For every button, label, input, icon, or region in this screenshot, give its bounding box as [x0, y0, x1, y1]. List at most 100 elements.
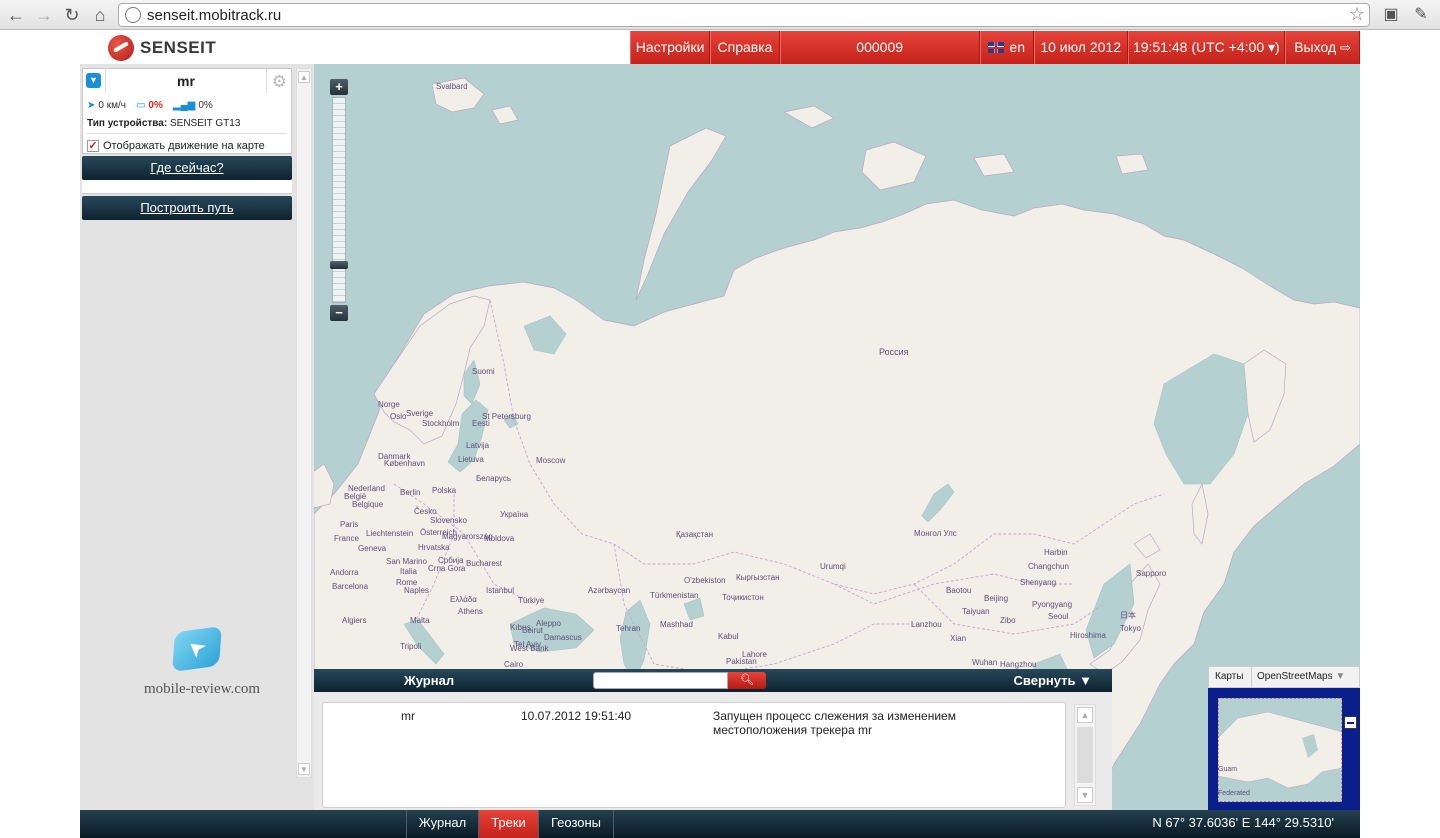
minimap-label-federated: Federated [1218, 790, 1250, 797]
map-label: Қазақстан [676, 530, 714, 539]
show-movement-option[interactable]: ✓ Отображать движение на карте [87, 140, 265, 152]
map-label: Naples [404, 586, 429, 595]
journal-title: Журнал [404, 673, 455, 688]
scroll-up-icon[interactable]: ▲ [1077, 707, 1093, 723]
map-label: Wuhan [972, 658, 998, 667]
map-label: West Bank [510, 644, 549, 653]
header-menu: Настройки Справка 000009 en 10 июл 2012 … [630, 31, 1360, 64]
home-icon[interactable]: ⌂ [88, 3, 112, 27]
logo-text: SENSEIT [140, 38, 217, 57]
map-label: Hiroshima [1070, 631, 1107, 640]
expand-toggle-icon[interactable]: ▼ [86, 73, 101, 88]
zoom-control[interactable]: + − [330, 79, 348, 322]
show-movement-label: Отображать движение на карте [103, 140, 265, 152]
language-selector[interactable]: en [979, 31, 1034, 64]
signal-stat: ▂▄▆ 0% [173, 100, 213, 111]
map-label: Türkiye [518, 596, 545, 605]
map-label: Україна [500, 510, 529, 519]
current-date: 10 июл 2012 [1033, 31, 1128, 64]
map-label: 日本 [1120, 611, 1136, 620]
map-label: Zibo [1000, 616, 1016, 625]
extension-icon[interactable]: ▣ [1380, 4, 1402, 26]
logout-button[interactable]: Выход ⇨ [1285, 31, 1360, 64]
sidebar-scrollbar[interactable]: ▲ ▼ [296, 68, 312, 778]
map-label: Paris [340, 520, 359, 529]
map-label: Barcelona [332, 582, 369, 591]
where-now-button[interactable]: Где сейчас? [82, 156, 292, 180]
build-route-button[interactable]: Построить путь [82, 196, 292, 220]
zoom-slider-handle[interactable] [330, 261, 348, 269]
minimap-collapse-button[interactable] [1344, 716, 1357, 729]
map-source-label: OpenStreetMaps [1257, 671, 1333, 682]
globe-icon [125, 7, 141, 23]
wrench-icon[interactable]: ✎ [1410, 4, 1432, 26]
map-label: Česko [414, 507, 437, 516]
tab-geozones[interactable]: Геозоны [538, 810, 614, 838]
search-icon[interactable]: 🔍︎ [728, 672, 766, 689]
language-label: en [1009, 39, 1025, 55]
device-type-value: SENSEIT GT13 [169, 118, 241, 129]
minimap-view[interactable]: Guam Federated [1218, 698, 1342, 802]
map-label: Тоҷикистон [722, 593, 764, 602]
tab-journal[interactable]: Журнал [406, 810, 478, 838]
gear-icon[interactable]: ⚙ [272, 72, 287, 92]
map-label: Moscow [536, 456, 566, 465]
signal-value: 0% [198, 100, 213, 111]
map-source-dropdown[interactable]: OpenStreetMaps ▼ [1251, 667, 1345, 687]
map-label: Italia [400, 567, 417, 576]
zoom-out-button[interactable]: − [330, 305, 348, 321]
map-label: Lietuva [458, 455, 484, 464]
map-label: Ελλάδα [450, 595, 477, 604]
overview-minimap[interactable]: Guam Federated [1208, 688, 1360, 810]
zoom-in-button[interactable]: + [330, 79, 348, 95]
scroll-thumb[interactable] [1077, 727, 1093, 783]
collapse-journal-button[interactable]: Свернуть ▼ [1014, 669, 1092, 692]
page-margin-left [0, 31, 80, 838]
journal-scrollbar[interactable]: ▲ ▼ [1074, 704, 1096, 806]
map-label: Beijing [984, 594, 1009, 603]
map-label: Damascus [544, 633, 582, 642]
device-card: ▼ mr ⚙ ➤ 0 км/ч ▭ 0% ▂▄▆ 0% Тип устройства:… [82, 68, 292, 154]
help-button[interactable]: Справка [710, 31, 780, 64]
speed-value: 0 км/ч [98, 100, 126, 111]
bookmark-star-icon[interactable]: ☆ [1349, 4, 1365, 25]
scroll-down-icon[interactable]: ▼ [298, 763, 310, 775]
triangle-down-icon: ▼ [1079, 673, 1092, 688]
tab-tracks[interactable]: Треки [478, 810, 538, 838]
scroll-down-icon[interactable]: ▼ [1077, 787, 1093, 803]
device-type-label: Тип устройства: [87, 118, 168, 129]
scroll-up-icon[interactable]: ▲ [298, 71, 310, 83]
browser-toolbar: ← → ↻ ⌂ senseit.mobitrack.ru ☆ ▣ ✎ [0, 0, 1440, 30]
device-type: Тип устройства: SENSEIT GT13 [87, 118, 240, 129]
map-label: Mashhad [660, 620, 693, 629]
map-label: Belgique [352, 500, 384, 509]
map-label: Беларусь [476, 474, 511, 483]
show-movement-checkbox[interactable]: ✓ [87, 140, 99, 152]
map-label: Geneva [358, 544, 387, 553]
back-arrow-icon[interactable]: ← [4, 3, 28, 27]
page-margin-right [1360, 31, 1440, 838]
uk-flag-icon [988, 42, 1005, 53]
maps-tab[interactable]: Карты [1215, 667, 1244, 687]
forward-arrow-icon[interactable]: → [32, 3, 56, 27]
settings-button[interactable]: Настройки [630, 31, 711, 64]
timezone-selector[interactable]: 19:51:48 (UTC +4:00 ▾) [1127, 31, 1286, 64]
map-label: Berlin [400, 488, 421, 497]
journal-search-input[interactable] [593, 672, 728, 689]
map-label: Tokyo [1120, 624, 1141, 633]
map-label: Andorra [330, 568, 359, 577]
map-label: Seoul [1048, 612, 1069, 621]
logout-icon: ⇨ [1340, 40, 1351, 55]
senseit-logo[interactable]: SENSEIT [108, 35, 216, 61]
reload-icon[interactable]: ↻ [60, 3, 84, 27]
map-label: Kabul [718, 632, 739, 641]
collapse-label: Свернуть [1013, 673, 1076, 688]
map-label: Монгол Улс [914, 529, 957, 538]
battery-icon: ▭ [135, 100, 146, 111]
address-bar[interactable]: senseit.mobitrack.ru ☆ [118, 3, 1370, 27]
battery-value: 0% [148, 100, 163, 111]
map-type-selector: Карты OpenStreetMaps ▼ [1208, 666, 1360, 688]
journal-header: Журнал 🔍︎ Свернуть ▼ [314, 669, 1112, 692]
sidebar-spacer [82, 180, 292, 194]
zoom-slider[interactable] [332, 97, 346, 303]
